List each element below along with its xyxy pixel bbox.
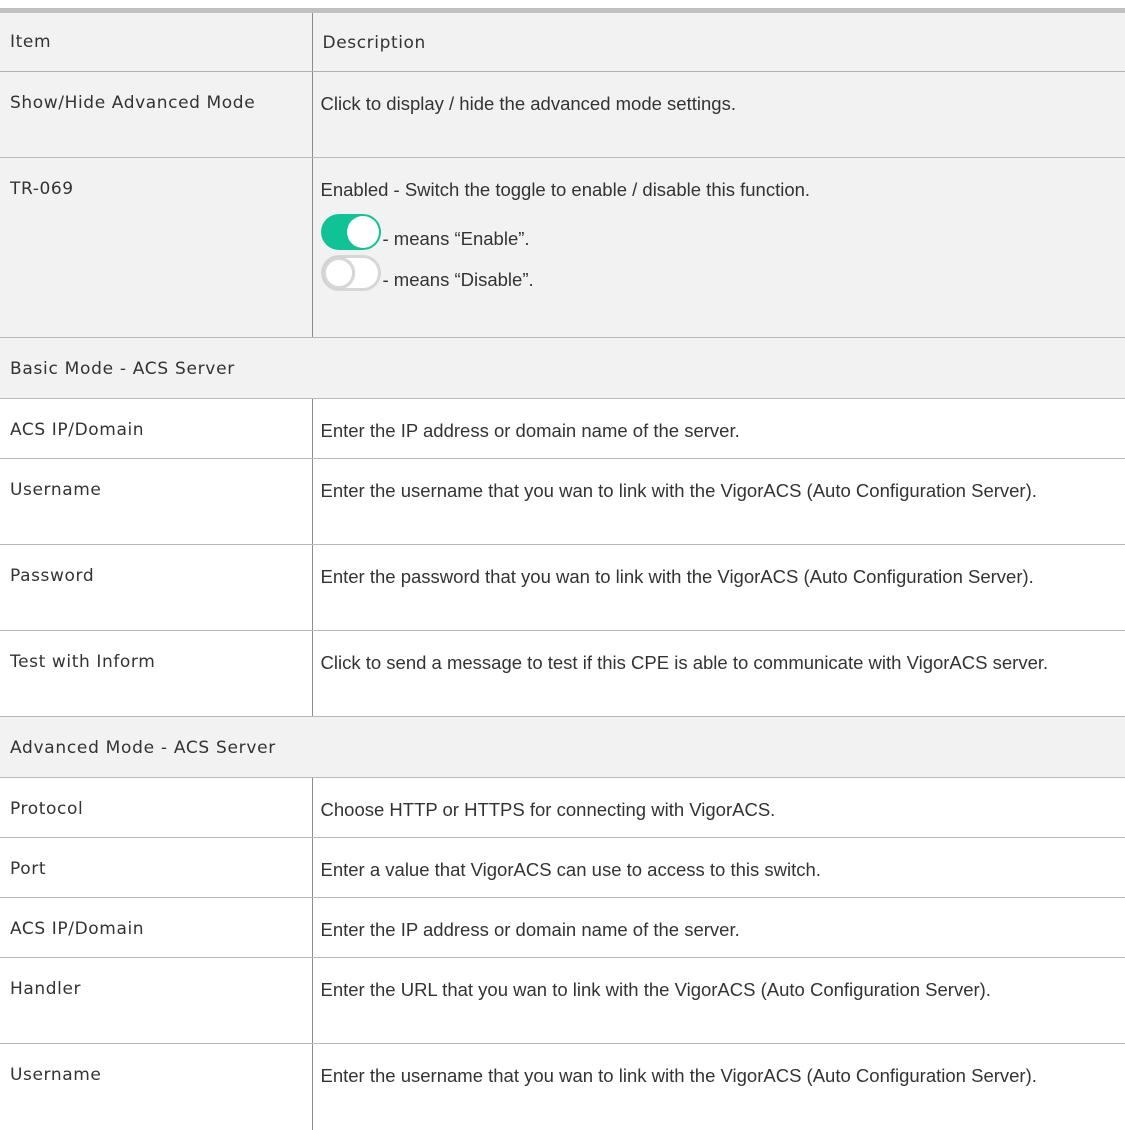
disable-meaning-text: - means “Disable”. <box>383 269 534 291</box>
row-description: Click to display / hide the advanced mod… <box>313 72 1125 118</box>
disable-toggle-example: - means “Disable”. <box>321 255 1118 291</box>
row-item-label: Protocol <box>0 778 312 822</box>
row-item-label: Username <box>0 459 312 503</box>
header-description-label: Description <box>313 13 1125 57</box>
table-row: Username Enter the username that you wan… <box>0 459 1125 545</box>
row-description: Choose HTTP or HTTPS for connecting with… <box>313 778 1125 824</box>
header-item-cell: Item <box>0 11 312 72</box>
toggle-knob <box>347 216 379 248</box>
row-description: Enter the username that you wan to link … <box>313 459 1125 505</box>
enable-meaning-text: - means “Enable”. <box>383 228 530 250</box>
table-row: Test with Inform Click to send a message… <box>0 631 1125 717</box>
row-item-label: Username <box>0 1044 312 1088</box>
row-description: Enter a value that VigorACS can use to a… <box>313 838 1125 884</box>
toggle-knob <box>323 257 355 289</box>
enable-toggle-example: - means “Enable”. <box>321 214 1118 250</box>
row-item-label: ACS IP/Domain <box>0 898 312 942</box>
row-description: Enter the username that you wan to link … <box>313 1044 1125 1090</box>
table-row: Username Enter the username that you wan… <box>0 1044 1125 1130</box>
row-item-label: Show/Hide Advanced Mode <box>0 72 278 116</box>
section-title: Advanced Mode - ACS Server <box>0 717 1125 761</box>
header-item-label: Item <box>0 13 312 55</box>
table-row-tr069: TR-069 Enabled - Switch the toggle to en… <box>0 158 1125 338</box>
section-header-basic: Basic Mode - ACS Server <box>0 338 1125 399</box>
row-description: Enter the URL that you wan to link with … <box>313 958 1125 1004</box>
row-description: Enter the password that you wan to link … <box>313 545 1125 591</box>
section-title: Basic Mode - ACS Server <box>0 338 1125 382</box>
table-row: Handler Enter the URL that you wan to li… <box>0 958 1125 1044</box>
row-description: Enter the IP address or domain name of t… <box>313 898 1125 944</box>
row-item-label: ACS IP/Domain <box>0 399 312 443</box>
table-header-row: Item Description <box>0 11 1125 72</box>
toggle-off-icon <box>321 255 381 291</box>
row-description: Click to send a message to test if this … <box>313 631 1125 677</box>
table-row: Protocol Choose HTTP or HTTPS for connec… <box>0 778 1125 838</box>
table-row: Password Enter the password that you wan… <box>0 545 1125 631</box>
table-row: ACS IP/Domain Enter the IP address or do… <box>0 399 1125 459</box>
row-item-label: Test with Inform <box>0 631 312 675</box>
table-row: ACS IP/Domain Enter the IP address or do… <box>0 898 1125 958</box>
toggle-on-icon <box>321 214 381 250</box>
row-item-label: Handler <box>0 958 312 1002</box>
row-description: Enter the IP address or domain name of t… <box>313 399 1125 445</box>
row-description: Enabled - Switch the toggle to enable / … <box>321 176 1118 204</box>
description-table: Item Description Show/Hide Advanced Mode… <box>0 8 1125 1130</box>
row-item-label: Port <box>0 838 312 882</box>
header-description-cell: Description <box>312 11 1125 72</box>
row-item-label: Password <box>0 545 312 589</box>
row-item-label: TR-069 <box>0 158 312 202</box>
table-row-show-hide: Show/Hide Advanced Mode Click to display… <box>0 72 1125 158</box>
section-header-advanced: Advanced Mode - ACS Server <box>0 717 1125 778</box>
table-row: Port Enter a value that VigorACS can use… <box>0 838 1125 898</box>
